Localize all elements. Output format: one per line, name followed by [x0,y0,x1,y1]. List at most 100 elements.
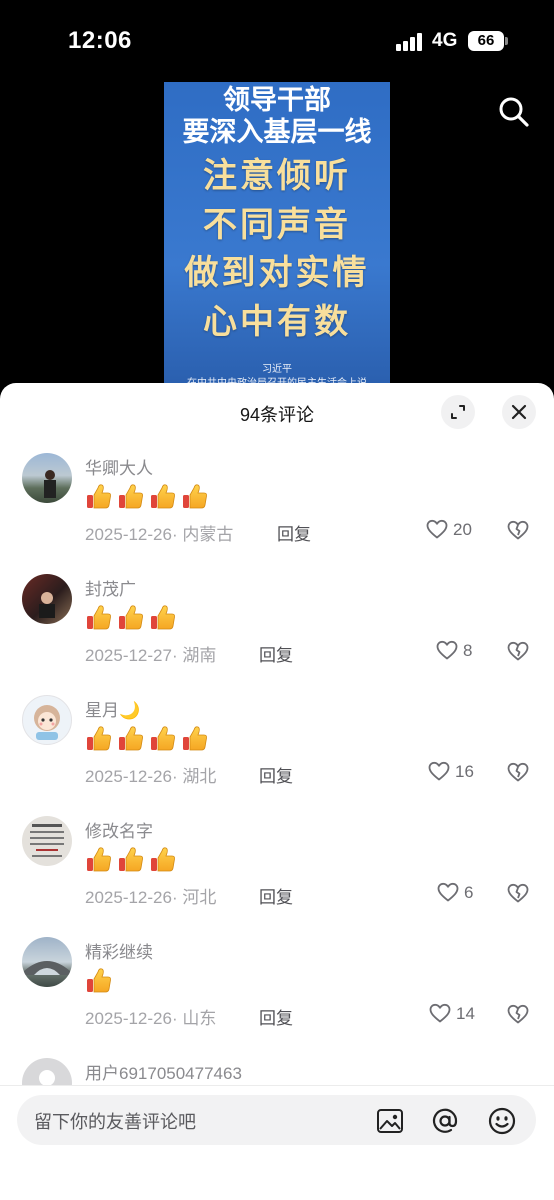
comment-item: 精彩继续 2025-12-26· 山东 回复 14 [0,929,554,1050]
thumbs-up-emoji [151,847,175,872]
heart-icon [429,1003,451,1023]
poster-line: 注意倾听 [203,157,351,195]
comment-meta: 2025-12-27· 湖南 [85,641,216,666]
search-icon [499,97,529,127]
like-button[interactable]: 16 [427,759,497,785]
status-bar: 12:06 4G 66 [0,0,554,82]
emoji-icon[interactable] [487,1106,517,1136]
expand-button[interactable] [441,395,475,429]
thumbs-up-emoji [87,726,111,751]
like-count: 16 [455,762,474,781]
comment-text [85,603,181,633]
comment-item: 星月🌙 2025-12-26· 湖北 回复 16 [0,687,554,808]
meta-dot: · [171,888,183,907]
comment-region: 湖南 [182,646,217,665]
reply-button[interactable]: 回复 [259,1004,293,1029]
thumbs-up-emoji [151,605,175,630]
comment-username[interactable]: 用户6917050477463 [85,1059,242,1084]
like-count: 6 [464,883,474,902]
reply-button[interactable]: 回复 [259,883,293,908]
dislike-icon[interactable] [506,760,530,784]
heart-icon [426,519,448,539]
comment-item: 华卿大人 2025-12-26· 内蒙古 回复 20 [0,445,554,566]
dislike-icon[interactable] [506,639,530,663]
avatar[interactable] [22,816,72,866]
avatar[interactable] [22,695,72,745]
heart-icon [428,761,450,781]
comment-text [85,482,213,512]
comment-region: 湖北 [182,767,217,786]
comments-list: 华卿大人 2025-12-26· 内蒙古 回复 20 封茂广 2025-12-2… [0,445,554,1085]
thumbs-up-emoji [87,605,111,630]
comment-date: 2025-12-26 [85,525,172,544]
comment-region: 河北 [182,888,217,907]
poster-line: 不同声音 [203,206,351,244]
comment-item: 用户6917050477463 [0,1050,554,1085]
dislike-icon[interactable] [506,881,530,905]
like-button[interactable]: 14 [428,1001,498,1027]
comment-item: 修改名字 2025-12-26· 河北 回复 6 [0,808,554,929]
battery-icon: 66 [468,31,504,51]
comment-username[interactable]: 星月🌙 [85,696,140,721]
comment-region: 内蒙古 [182,525,234,544]
comment-input-bar: 留下你的友善评论吧 [0,1085,554,1200]
close-button[interactable] [502,395,536,429]
meta-dot: · [171,767,183,786]
comment-input-placeholder: 留下你的友善评论吧 [34,1112,196,1132]
reply-button[interactable]: 回复 [277,520,311,545]
comment-meta: 2025-12-26· 山东 [85,1004,216,1029]
image-icon[interactable] [375,1106,405,1136]
heart-icon [436,640,458,660]
thumbs-up-emoji [183,484,207,509]
comment-username[interactable]: 华卿大人 [85,454,153,479]
avatar[interactable] [22,937,72,987]
reply-button[interactable]: 回复 [259,641,293,666]
like-button[interactable]: 6 [436,880,506,906]
reply-button[interactable]: 回复 [259,762,293,787]
avatar[interactable] [22,453,72,503]
comment-date: 2025-12-26 [85,767,172,786]
thumbs-up-emoji [151,484,175,509]
network-type: 4G [432,30,458,51]
thumbs-up-emoji [119,484,143,509]
comment-meta: 2025-12-26· 河北 [85,883,216,908]
like-button[interactable]: 20 [425,517,495,543]
thumbs-up-emoji [87,847,111,872]
thumbs-up-emoji [87,968,111,993]
comment-input[interactable]: 留下你的友善评论吧 [17,1095,536,1145]
comment-date: 2025-12-27 [85,646,172,665]
battery-tip [505,37,508,45]
comment-username[interactable]: 封茂广 [85,575,136,600]
heart-icon [437,882,459,902]
comments-sheet: 94条评论 华卿大人 2025-12-26· 内蒙古 回复 20 封茂广 202… [0,383,554,1200]
comment-item: 封茂广 2025-12-27· 湖南 回复 8 [0,566,554,687]
meta-dot: · [171,1009,183,1028]
video-poster[interactable]: 领导干部 要深入基层一线 注意倾听 不同声音 做到对实情 心中有数 习近平 在中… [164,82,390,387]
comment-date: 2025-12-26 [85,888,172,907]
like-count: 20 [453,520,472,539]
like-count: 14 [456,1004,475,1023]
dislike-icon[interactable] [506,1002,530,1026]
avatar[interactable] [22,574,72,624]
comment-text [85,724,213,754]
comment-meta: 2025-12-26· 内蒙古 [85,520,233,545]
thumbs-up-emoji [183,726,207,751]
poster-author: 习近平 [262,364,292,375]
thumbs-up-emoji [87,484,111,509]
comment-date: 2025-12-26 [85,1009,172,1028]
comment-meta: 2025-12-26· 湖北 [85,762,216,787]
comment-username[interactable]: 精彩继续 [85,938,153,963]
like-count: 8 [463,641,473,660]
dislike-icon[interactable] [506,518,530,542]
avatar[interactable] [22,1058,72,1085]
search-button[interactable] [494,92,534,132]
poster-line: 做到对实情 [184,254,370,292]
thumbs-up-emoji [151,726,175,751]
thumbs-up-emoji [119,726,143,751]
signal-icon [396,33,426,51]
thumbs-up-emoji [119,605,143,630]
comment-text [85,966,117,996]
comment-username[interactable]: 修改名字 [85,817,153,842]
at-icon[interactable] [430,1106,460,1136]
like-button[interactable]: 8 [435,638,505,664]
